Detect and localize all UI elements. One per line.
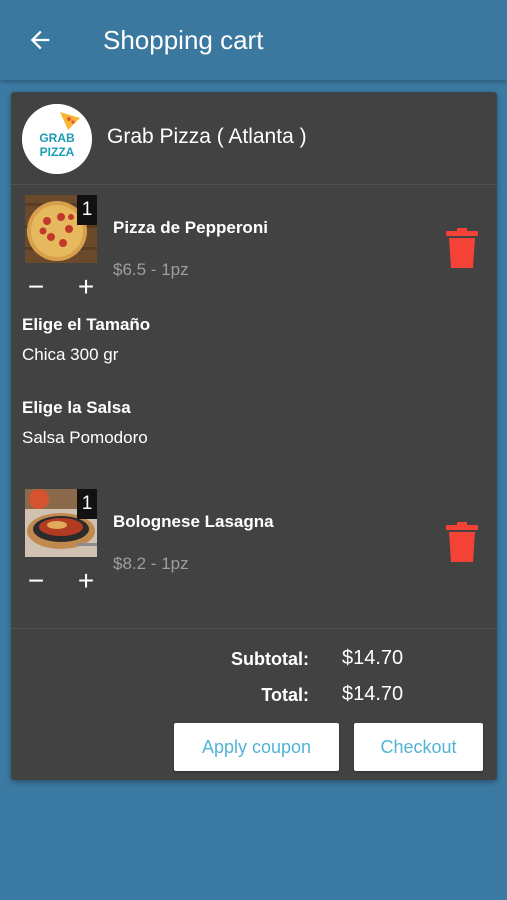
increase-quantity-button[interactable]: + bbox=[74, 567, 98, 595]
store-name: Grab Pizza ( Atlanta ) bbox=[107, 125, 307, 148]
quantity-badge: 1 bbox=[77, 489, 97, 519]
store-logo: GRAB PIZZA bbox=[22, 104, 92, 174]
app-bar: Shopping cart bbox=[0, 0, 507, 80]
decrease-quantity-button[interactable]: − bbox=[24, 273, 48, 301]
item-name: Pizza de Pepperoni bbox=[113, 218, 268, 237]
subtotal-label: Subtotal: bbox=[231, 649, 309, 669]
item-price: $8.2 - 1pz bbox=[113, 554, 189, 573]
svg-text:PIZZA: PIZZA bbox=[40, 145, 75, 159]
summary-divider bbox=[11, 628, 497, 629]
svg-text:GRAB: GRAB bbox=[39, 131, 75, 145]
option-value: Chica 300 gr bbox=[22, 345, 119, 364]
grab-pizza-logo-icon: GRAB PIZZA bbox=[22, 104, 92, 174]
quantity-badge: 1 bbox=[77, 195, 97, 225]
apply-coupon-button[interactable]: Apply coupon bbox=[174, 723, 339, 771]
total-value: $14.70 bbox=[342, 683, 404, 705]
item-name: Bolognese Lasagna bbox=[113, 512, 274, 531]
subtotal-value: $14.70 bbox=[342, 647, 404, 669]
cart-card: GRAB PIZZA Grab Pizza ( Atlanta ) 1 − + … bbox=[11, 92, 497, 780]
option-label: Elige el Tamaño bbox=[22, 315, 151, 334]
option-label: Elige la Salsa bbox=[22, 398, 131, 417]
delete-item-button[interactable] bbox=[446, 522, 478, 562]
trash-icon bbox=[446, 522, 478, 562]
item-price: $6.5 - 1pz bbox=[113, 260, 189, 279]
increase-quantity-button[interactable]: + bbox=[74, 273, 98, 301]
back-button[interactable] bbox=[22, 22, 58, 58]
trash-icon bbox=[446, 228, 478, 268]
page-title: Shopping cart bbox=[103, 25, 264, 55]
option-value: Salsa Pomodoro bbox=[22, 428, 148, 447]
store-header: GRAB PIZZA Grab Pizza ( Atlanta ) bbox=[11, 92, 497, 185]
delete-item-button[interactable] bbox=[446, 228, 478, 268]
decrease-quantity-button[interactable]: − bbox=[24, 567, 48, 595]
total-label: Total: bbox=[261, 685, 309, 705]
arrow-left-icon bbox=[30, 30, 50, 50]
checkout-button[interactable]: Checkout bbox=[354, 723, 483, 771]
